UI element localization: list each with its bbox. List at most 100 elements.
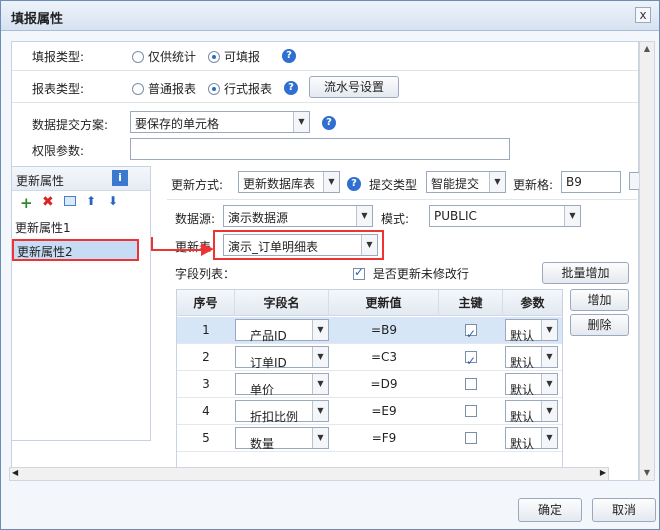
scroll-down-icon[interactable]: ▼	[640, 466, 654, 480]
checkbox-checked-icon[interactable]	[353, 265, 365, 280]
field-select[interactable]: 单价 ▼	[235, 373, 329, 397]
primary-key-cell[interactable]	[439, 344, 503, 375]
radio-fill-stat-only[interactable]: 仅供统计	[132, 48, 196, 65]
horizontal-scrollbar[interactable]: ◀ ▶	[9, 467, 609, 481]
submit-type-select[interactable]: 智能提交 ▼	[426, 171, 506, 193]
scroll-right-icon[interactable]: ▶	[600, 468, 606, 477]
param-select[interactable]: 默认 ▼	[505, 427, 558, 451]
field-select[interactable]: 折扣比例 ▼	[235, 400, 329, 424]
update-mode-select[interactable]: 更新数据库表 ▼	[238, 171, 340, 193]
chevron-down-icon[interactable]: ▼	[312, 347, 328, 367]
close-icon[interactable]: x	[635, 7, 651, 23]
chevron-down-icon[interactable]: ▼	[312, 401, 328, 421]
checkbox-icon[interactable]	[465, 432, 477, 444]
arrow-up-icon[interactable]: ⬆	[86, 194, 96, 208]
help-icon[interactable]: ?	[322, 116, 336, 130]
field-name-cell[interactable]: 单价 ▼	[235, 371, 329, 398]
checkbox-icon[interactable]	[465, 405, 477, 417]
update-value-cell[interactable]: =F9	[329, 425, 439, 452]
cancel-button[interactable]: 取消	[592, 498, 656, 522]
add-button[interactable]: 增加	[570, 289, 629, 311]
param-select[interactable]: 默认 ▼	[505, 373, 558, 397]
batch-add-button[interactable]: 批量增加	[542, 262, 629, 284]
param-cell[interactable]: 默认 ▼	[503, 344, 562, 371]
chevron-down-icon[interactable]: ▼	[541, 374, 557, 394]
radio-row-report[interactable]: 行式报表	[208, 80, 272, 97]
table-row[interactable]: 4 折扣比例 ▼ =E9 默认 ▼	[177, 398, 562, 425]
update-value-cell[interactable]: =E9	[329, 398, 439, 425]
radio-icon[interactable]	[132, 83, 144, 95]
info-icon[interactable]: i	[112, 170, 128, 186]
primary-key-cell[interactable]	[439, 371, 503, 398]
chevron-down-icon[interactable]: ▼	[293, 112, 309, 132]
chevron-down-icon[interactable]: ▼	[312, 320, 328, 340]
primary-key-cell[interactable]	[439, 317, 503, 348]
chevron-down-icon[interactable]: ▼	[312, 374, 328, 394]
param-cell[interactable]: 默认 ▼	[503, 425, 562, 452]
scroll-up-icon[interactable]: ▲	[640, 42, 654, 56]
schema-select[interactable]: PUBLIC ▼	[429, 205, 581, 227]
update-property-item-selected[interactable]: 更新属性2	[12, 239, 139, 261]
field-select[interactable]: 数量 ▼	[235, 427, 329, 451]
field-name-cell[interactable]: 订单ID ▼	[235, 344, 329, 371]
param-cell[interactable]: 默认 ▼	[503, 317, 562, 344]
submit-plan-select[interactable]: 要保存的单元格 ▼	[130, 111, 310, 133]
param-select[interactable]: 默认 ▼	[505, 319, 558, 343]
chevron-down-icon[interactable]: ▼	[541, 320, 557, 340]
radio-icon[interactable]	[132, 51, 144, 63]
table-row[interactable]: 2 订单ID▼=C3 默认▼	[177, 344, 562, 375]
chevron-down-icon[interactable]: ▼	[541, 347, 557, 367]
chevron-down-icon[interactable]: ▼	[323, 172, 339, 192]
chevron-down-icon[interactable]: ▼	[541, 428, 557, 448]
field-name-cell[interactable]: 数量 ▼	[235, 425, 329, 452]
ok-button[interactable]: 确定	[518, 498, 582, 522]
help-icon[interactable]: ?	[284, 81, 298, 95]
permission-input[interactable]	[130, 138, 510, 160]
chevron-down-icon[interactable]: ▼	[312, 428, 328, 448]
radio-normal-report[interactable]: 普通报表	[132, 80, 196, 97]
radio-selected-icon[interactable]	[208, 51, 220, 63]
radio-fill-editable[interactable]: 可填报	[208, 48, 260, 65]
help-icon[interactable]: ?	[282, 49, 296, 63]
table-row[interactable]: 5 数量 ▼ =F9 默认 ▼	[177, 425, 562, 452]
arrow-down-icon[interactable]: ⬇	[108, 194, 118, 208]
param-select[interactable]: 默认 ▼	[505, 346, 558, 370]
chevron-down-icon[interactable]: ▼	[541, 401, 557, 421]
chevron-down-icon[interactable]: ▼	[489, 172, 505, 192]
primary-key-cell[interactable]	[439, 398, 503, 425]
primary-key-cell[interactable]	[439, 425, 503, 452]
param-cell[interactable]: 默认 ▼	[503, 371, 562, 398]
update-value-cell[interactable]: =D9	[329, 371, 439, 398]
field-name-cell[interactable]: 产品ID ▼	[235, 317, 329, 344]
update-cell-input[interactable]: B9	[561, 171, 621, 193]
checkbox-checked-icon[interactable]	[465, 321, 477, 348]
table-row[interactable]: 1 产品ID▼=B9 默认▼	[177, 317, 562, 348]
field-select[interactable]: 订单ID ▼	[235, 346, 329, 370]
chevron-down-icon[interactable]: ▼	[564, 206, 580, 226]
update-value-cell[interactable]: =C3	[329, 344, 439, 371]
field-select[interactable]: 产品ID ▼	[235, 319, 329, 343]
serial-number-settings-button[interactable]: 流水号设置	[309, 76, 399, 98]
copy-icon[interactable]	[64, 196, 76, 206]
datasource-select[interactable]: 演示数据源 ▼	[223, 205, 373, 227]
vertical-scrollbar[interactable]: ▲ ▼	[639, 41, 655, 481]
checkbox-icon[interactable]	[465, 378, 477, 390]
field-name-cell[interactable]: 折扣比例 ▼	[235, 398, 329, 425]
table-row[interactable]: 3 单价 ▼ =D9 默认 ▼	[177, 371, 562, 398]
panel-header-label: 更新属性	[16, 174, 65, 188]
update-unmodified-checkbox[interactable]: 是否更新未修改行	[353, 265, 469, 282]
submit-type-value: 智能提交	[431, 177, 480, 191]
param-select[interactable]: 默认 ▼	[505, 400, 558, 424]
scroll-left-icon[interactable]: ◀	[12, 468, 18, 477]
remove-button[interactable]: 删除	[570, 314, 629, 336]
update-value-cell[interactable]: =B9	[329, 317, 439, 344]
param-cell[interactable]: 默认 ▼	[503, 398, 562, 425]
checkbox-checked-icon[interactable]	[465, 348, 477, 375]
add-icon[interactable]: +	[20, 194, 33, 212]
delete-icon[interactable]: ✖	[42, 194, 54, 210]
help-icon[interactable]: ?	[347, 177, 361, 191]
update-property-item[interactable]: 更新属性1	[12, 217, 150, 239]
radio-selected-icon[interactable]	[208, 83, 220, 95]
annotation-arrow-head-icon	[201, 243, 214, 256]
chevron-down-icon[interactable]: ▼	[356, 206, 372, 226]
